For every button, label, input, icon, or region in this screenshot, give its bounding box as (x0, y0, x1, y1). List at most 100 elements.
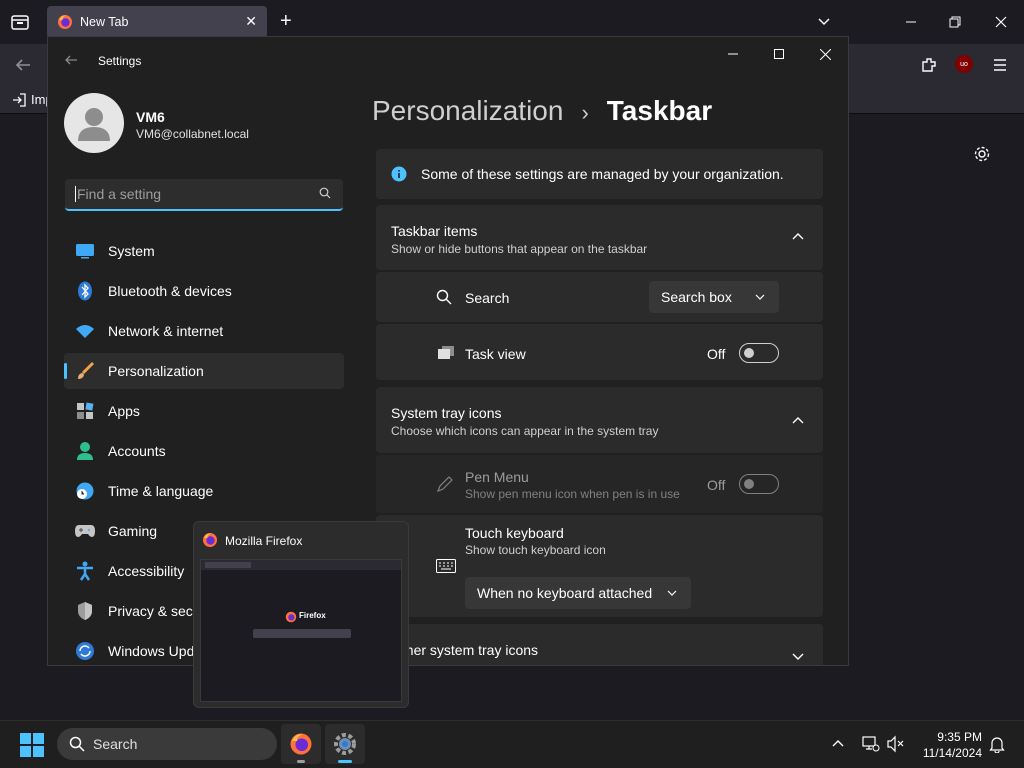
browser-restore-button[interactable] (932, 0, 978, 44)
running-indicator (297, 760, 305, 763)
info-banner-text: Some of these settings are managed by yo… (421, 166, 784, 182)
settings-window-title: Settings (98, 54, 142, 68)
settings-gear-icon (333, 732, 357, 756)
search-mode-value: Search box (661, 289, 732, 305)
taskview-toggle[interactable] (739, 343, 779, 363)
chevron-down-icon (755, 293, 765, 301)
import-icon (12, 92, 26, 107)
nav-label: Apps (108, 403, 140, 419)
thumbnail-brand: Firefox (299, 611, 326, 620)
search-mode-dropdown[interactable]: Search box (649, 281, 779, 313)
taskbar-items-title: Taskbar items (391, 223, 478, 239)
new-tab-button[interactable]: + (280, 10, 292, 33)
apps-icon (74, 400, 96, 422)
browser-tab[interactable]: New Tab ✕ (47, 6, 267, 38)
preview-title: Mozilla Firefox (225, 534, 303, 548)
system-tray-title: System tray icons (391, 405, 502, 421)
chevron-up-icon[interactable] (831, 738, 845, 748)
breadcrumb-separator: › (581, 100, 589, 125)
search-placeholder: Find a setting (77, 186, 162, 202)
browser-minimize-button[interactable] (888, 0, 934, 44)
gamepad-icon (74, 520, 96, 542)
tab-title: New Tab (80, 15, 129, 29)
firefox-icon (289, 732, 313, 756)
touch-keyboard-subtitle: Show touch keyboard icon (465, 543, 606, 557)
nav-label: Accounts (108, 443, 166, 459)
volume-muted-icon[interactable] (886, 735, 906, 753)
pen-icon (436, 475, 454, 493)
breadcrumb: Personalization › Taskbar (372, 95, 712, 127)
info-icon (391, 166, 407, 182)
user-name: VM6 (136, 109, 165, 125)
network-icon[interactable] (861, 735, 881, 753)
breadcrumb-parent[interactable]: Personalization (372, 95, 563, 127)
keyboard-icon (436, 559, 456, 573)
nav-item-time-language[interactable]: Time & language (64, 473, 344, 509)
chevron-up-icon[interactable] (791, 415, 805, 425)
customize-gear-icon[interactable] (973, 145, 991, 163)
shield-icon (74, 600, 96, 622)
nav-item-network[interactable]: Network & internet (64, 313, 344, 349)
system-tray-subtitle: Choose which icons can appear in the sys… (391, 424, 659, 438)
nav-label: Accessibility (108, 563, 185, 579)
nav-item-personalization[interactable]: Personalization (64, 353, 344, 389)
ublock-origin-icon[interactable]: uo (955, 55, 973, 73)
clock-time: 9:35 PM (937, 730, 982, 744)
settings-back-icon[interactable] (64, 53, 78, 67)
taskbar-preview-popup[interactable]: Mozilla Firefox Firefox (193, 521, 409, 708)
page-title: Taskbar (606, 95, 713, 126)
close-tab-icon[interactable]: ✕ (245, 13, 257, 30)
pen-menu-title: Pen Menu (465, 469, 529, 485)
search-icon (436, 289, 452, 305)
notification-bell-icon[interactable] (989, 735, 1005, 753)
search-setting-row: Search Search box (376, 272, 823, 322)
firefox-icon (57, 14, 73, 30)
taskbar-items-header[interactable]: Taskbar items Show or hide buttons that … (376, 205, 823, 270)
clock[interactable]: 9:35 PM 11/14/2024 (914, 729, 982, 761)
settings-titlebar: Settings (48, 37, 848, 85)
taskbar-search-label: Search (93, 736, 138, 752)
nav-label: Network & internet (108, 323, 224, 339)
touch-keyboard-value: When no keyboard attached (477, 585, 653, 601)
nav-label: Time & language (108, 483, 214, 499)
nav-label: Gaming (108, 523, 158, 539)
paintbrush-icon (74, 360, 96, 382)
back-icon[interactable] (14, 56, 32, 74)
chevron-down-icon[interactable] (791, 652, 805, 662)
nav-label: System (108, 243, 155, 259)
pen-menu-row: Pen Menu Show pen menu icon when pen is … (376, 455, 823, 513)
pen-menu-toggle (739, 474, 779, 494)
touch-keyboard-dropdown[interactable]: When no keyboard attached (465, 577, 691, 609)
search-icon (69, 736, 85, 752)
system-tray-header[interactable]: System tray icons Choose which icons can… (376, 387, 823, 453)
pen-menu-subtitle: Show pen menu icon when pen is in use (465, 487, 680, 501)
avatar[interactable] (64, 93, 124, 153)
nav-item-apps[interactable]: Apps (64, 393, 344, 429)
extensions-icon[interactable] (920, 56, 938, 74)
menu-icon[interactable] (991, 56, 1009, 74)
tab-overview-icon[interactable] (10, 12, 30, 32)
nav-item-accounts[interactable]: Accounts (64, 433, 344, 469)
bluetooth-icon (74, 280, 96, 302)
nav-label: Bluetooth & devices (108, 283, 232, 299)
nav-item-bluetooth[interactable]: Bluetooth & devices (64, 273, 344, 309)
list-tabs-icon[interactable] (816, 13, 832, 29)
other-tray-header[interactable]: Other system tray icons (376, 624, 823, 665)
chevron-up-icon[interactable] (791, 231, 805, 241)
nav-item-system[interactable]: System (64, 233, 344, 269)
start-button[interactable] (20, 733, 44, 757)
system-icon (74, 240, 96, 262)
browser-close-button[interactable] (978, 0, 1024, 44)
taskbar-items-subtitle: Show or hide buttons that appear on the … (391, 242, 648, 256)
touch-keyboard-title: Touch keyboard (465, 525, 564, 541)
wifi-icon (74, 320, 96, 342)
settings-search-input[interactable]: Find a setting (65, 179, 343, 211)
taskbar-firefox-button[interactable] (281, 724, 321, 764)
settings-maximize-button[interactable] (756, 37, 802, 71)
taskbar-search-box[interactable]: Search (57, 728, 277, 760)
pen-menu-state: Off (707, 477, 726, 493)
taskbar-settings-button[interactable] (325, 724, 365, 764)
taskview-state: Off (707, 346, 726, 362)
settings-minimize-button[interactable] (710, 37, 756, 71)
settings-close-button[interactable] (802, 37, 848, 71)
